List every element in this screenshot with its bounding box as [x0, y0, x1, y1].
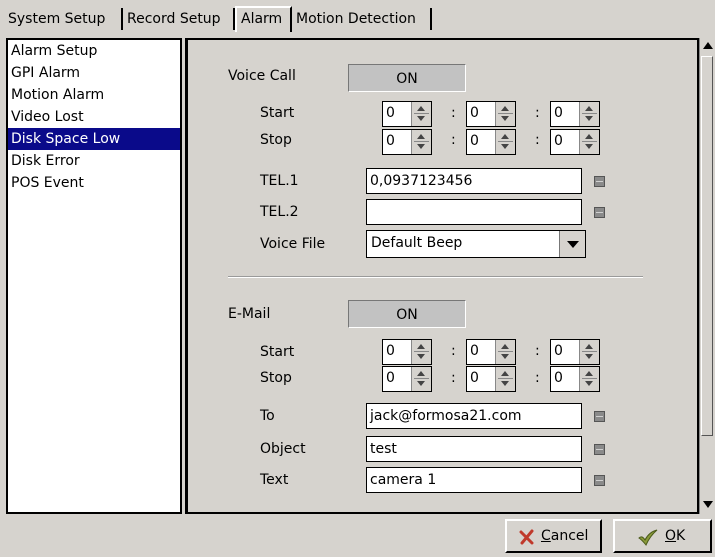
spinner-arrows-icon[interactable] — [411, 367, 431, 391]
email-stop-hour-spinner[interactable]: 0 — [382, 366, 432, 392]
tab-alarm[interactable]: Alarm — [235, 6, 292, 32]
spinner-arrows-icon[interactable] — [495, 102, 515, 126]
email-to-field[interactable]: jack@formosa21.com — [366, 403, 582, 429]
list-item-gpi-alarm[interactable]: GPI Alarm — [8, 62, 180, 84]
voice-start-minute-spinner[interactable]: 0 — [466, 101, 516, 127]
list-item-video-lost[interactable]: Video Lost — [8, 106, 180, 128]
check-icon — [638, 529, 658, 546]
keyboard-icon[interactable] — [594, 444, 605, 455]
voice-file-label: Voice File — [260, 236, 326, 252]
voice-stop-hour-spinner[interactable]: 0 — [382, 129, 432, 155]
email-to-label: To — [260, 408, 275, 424]
email-stop-minute-value: 0 — [470, 370, 479, 386]
time-separator: : — [451, 370, 456, 386]
x-icon — [519, 529, 534, 545]
time-separator: : — [535, 105, 540, 121]
scroll-thumb[interactable] — [701, 56, 713, 436]
voice-stop-minute-spinner[interactable]: 0 — [466, 129, 516, 155]
email-label: E-Mail — [228, 306, 271, 322]
keyboard-icon[interactable] — [594, 475, 605, 486]
scroll-up-icon[interactable] — [703, 42, 713, 49]
time-separator: : — [535, 343, 540, 359]
voice-file-value: Default Beep — [371, 235, 463, 251]
voice-stop-minute-value: 0 — [470, 133, 479, 149]
time-separator: : — [451, 105, 456, 121]
tel2-label: TEL.2 — [260, 204, 299, 220]
email-start-hour-value: 0 — [386, 343, 395, 359]
vertical-scrollbar[interactable] — [699, 38, 715, 514]
tab-record-setup[interactable]: Record Setup — [123, 8, 235, 30]
tab-system-setup[interactable]: System Setup — [4, 8, 123, 30]
tel1-label: TEL.1 — [260, 173, 299, 189]
email-stop-second-value: 0 — [554, 370, 563, 386]
alarm-category-list: Alarm Setup GPI Alarm Motion Alarm Video… — [6, 38, 182, 514]
spinner-arrows-icon[interactable] — [495, 340, 515, 364]
spinner-arrows-icon[interactable] — [411, 102, 431, 126]
time-separator: : — [535, 370, 540, 386]
ok-button[interactable]: OK — [613, 519, 712, 553]
cancel-button-label: Cancel — [541, 528, 589, 544]
cancel-button[interactable]: Cancel — [505, 519, 602, 553]
voice-start-second-spinner[interactable]: 0 — [550, 101, 600, 127]
email-text-label: Text — [260, 472, 289, 488]
email-stop-label: Stop — [260, 370, 292, 386]
spinner-arrows-icon[interactable] — [495, 367, 515, 391]
time-separator: : — [451, 132, 456, 148]
email-start-hour-spinner[interactable]: 0 — [382, 339, 432, 365]
chevron-down-icon[interactable] — [559, 231, 585, 257]
voice-stop-label: Stop — [260, 132, 292, 148]
voice-file-select[interactable]: Default Beep — [366, 230, 586, 258]
email-start-second-spinner[interactable]: 0 — [550, 339, 600, 365]
spinner-arrows-icon[interactable] — [579, 340, 599, 364]
email-start-minute-spinner[interactable]: 0 — [466, 339, 516, 365]
tel1-field[interactable]: 0,0937123456 — [366, 168, 582, 194]
list-item-alarm-setup[interactable]: Alarm Setup — [8, 40, 180, 62]
section-divider — [228, 276, 643, 278]
spinner-arrows-icon[interactable] — [579, 130, 599, 154]
voice-call-label: Voice Call — [228, 68, 296, 84]
alarm-settings-panel: Voice Call ON Start 0 : 0 : 0 Stop 0 : 0… — [185, 38, 699, 514]
list-item-disk-error[interactable]: Disk Error — [8, 150, 180, 172]
tab-motion-detection[interactable]: Motion Detection — [292, 8, 432, 30]
spinner-arrows-icon[interactable] — [495, 130, 515, 154]
voice-call-toggle[interactable]: ON — [348, 64, 466, 92]
email-stop-second-spinner[interactable]: 0 — [550, 366, 600, 392]
email-text-field[interactable]: camera 1 — [366, 467, 582, 493]
time-separator: : — [451, 343, 456, 359]
spinner-arrows-icon[interactable] — [579, 367, 599, 391]
voice-start-second-value: 0 — [554, 105, 563, 121]
voice-stop-second-value: 0 — [554, 133, 563, 149]
voice-start-hour-spinner[interactable]: 0 — [382, 101, 432, 127]
spinner-arrows-icon[interactable] — [411, 340, 431, 364]
ok-button-label: OK — [665, 528, 686, 544]
list-item-disk-space-low[interactable]: Disk Space Low — [8, 128, 180, 150]
voice-start-label: Start — [260, 105, 295, 121]
email-stop-hour-value: 0 — [386, 370, 395, 386]
spinner-arrows-icon[interactable] — [579, 102, 599, 126]
voice-stop-second-spinner[interactable]: 0 — [550, 129, 600, 155]
tab-bar: System Setup Record Setup Alarm Motion D… — [0, 0, 715, 36]
email-toggle[interactable]: ON — [348, 300, 466, 328]
time-separator: : — [535, 132, 540, 148]
email-start-minute-value: 0 — [470, 343, 479, 359]
email-object-field[interactable]: test — [366, 436, 582, 462]
email-object-label: Object — [260, 441, 306, 457]
email-start-label: Start — [260, 344, 295, 360]
voice-start-minute-value: 0 — [470, 105, 479, 121]
list-item-motion-alarm[interactable]: Motion Alarm — [8, 84, 180, 106]
keyboard-icon[interactable] — [594, 176, 605, 187]
keyboard-icon[interactable] — [594, 411, 605, 422]
voice-start-hour-value: 0 — [386, 105, 395, 121]
tel2-field[interactable] — [366, 199, 582, 225]
voice-stop-hour-value: 0 — [386, 133, 395, 149]
spinner-arrows-icon[interactable] — [411, 130, 431, 154]
keyboard-icon[interactable] — [594, 207, 605, 218]
list-item-pos-event[interactable]: POS Event — [8, 172, 180, 194]
email-start-second-value: 0 — [554, 343, 563, 359]
email-stop-minute-spinner[interactable]: 0 — [466, 366, 516, 392]
scroll-down-icon[interactable] — [703, 501, 713, 508]
